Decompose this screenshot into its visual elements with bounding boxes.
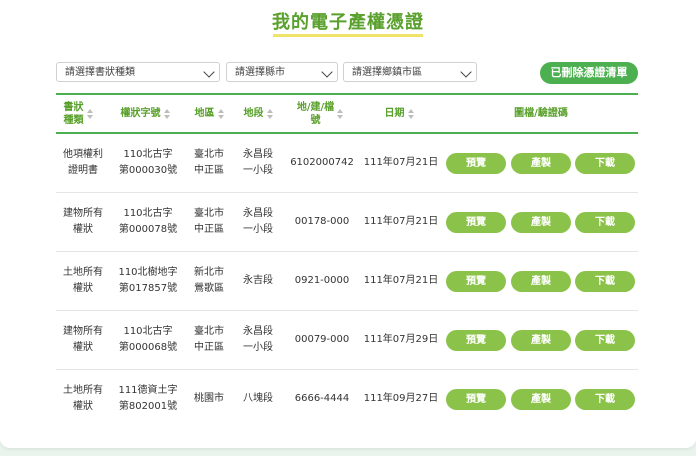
sort-icon	[86, 108, 93, 119]
cell-district: 新北市 鶯歌區	[194, 267, 224, 294]
cell-type: 他項權利 證明書	[63, 149, 103, 176]
cell-number: 111德資土字 第802001號	[118, 385, 178, 412]
cell-section: 八塊段	[243, 393, 273, 404]
title-underline	[273, 34, 423, 37]
produce-button[interactable]: 產製	[511, 271, 571, 292]
cell-parcel: 6666-4444	[294, 393, 350, 404]
preview-button[interactable]: 預覽	[446, 153, 506, 174]
sort-icon	[163, 108, 170, 119]
download-button[interactable]: 下載	[575, 212, 635, 233]
township-select-label: 請選擇鄉鎮市區	[352, 67, 422, 78]
cell-district: 臺北市 中正區	[194, 149, 224, 176]
column-header-date[interactable]: 日期	[362, 95, 436, 132]
county-select[interactable]: 請選擇縣市	[226, 62, 338, 82]
cell-parcel: 00079-000	[294, 334, 350, 345]
cell-number: 110北古字 第000068號	[118, 326, 178, 353]
download-button[interactable]: 下載	[575, 153, 635, 174]
cell-parcel: 6102000742	[290, 157, 354, 168]
cell-section: 永昌段 一小段	[243, 208, 273, 235]
produce-button[interactable]: 產製	[511, 153, 571, 174]
column-header-district-label: 地區	[194, 108, 215, 119]
cell-district: 臺北市 中正區	[194, 326, 224, 353]
sort-icon	[407, 108, 414, 119]
table-row: 他項權利 證明書 110北古字 第000030號 臺北市 中正區 永昌段 一小段…	[56, 134, 638, 193]
column-header-date-label: 日期	[384, 108, 405, 119]
cell-section: 永吉段	[243, 275, 273, 286]
county-select-label: 請選擇縣市	[235, 67, 285, 78]
cell-number: 110北古字 第000078號	[118, 208, 178, 235]
preview-button[interactable]: 預覽	[446, 271, 506, 292]
download-button[interactable]: 下載	[575, 271, 635, 292]
sort-icon	[266, 108, 273, 119]
cell-section: 永昌段 一小段	[243, 326, 273, 353]
cell-type: 土地所有 權狀	[63, 267, 103, 294]
table-row: 土地所有 權狀 110北樹地字 第017857號 新北市 鶯歌區 永吉段 092…	[56, 252, 638, 311]
column-header-number[interactable]: 權狀字號	[110, 95, 180, 132]
cell-district: 桃園市	[194, 393, 224, 404]
download-button[interactable]: 下載	[575, 330, 635, 351]
table-header: 書狀 種類 權狀字號 地區 地段 地/建/檔 號 日期 圖檔/驗證碼	[56, 95, 638, 134]
preview-button[interactable]: 預覽	[446, 389, 506, 410]
cell-date: 111年07月29日	[363, 334, 439, 345]
cell-section: 永昌段 一小段	[243, 149, 273, 176]
cell-parcel: 0921-0000	[294, 275, 350, 286]
column-header-type[interactable]: 書狀 種類	[56, 95, 100, 132]
page-title: 我的電子產權憑證	[272, 12, 424, 33]
chevron-down-icon	[321, 66, 333, 78]
cell-type: 建物所有 權狀	[63, 208, 103, 235]
cell-type: 土地所有 權狀	[63, 385, 103, 412]
produce-button[interactable]: 產製	[511, 389, 571, 410]
produce-button[interactable]: 產製	[511, 212, 571, 233]
cell-date: 111年07月21日	[363, 216, 439, 227]
download-button[interactable]: 下載	[575, 389, 635, 410]
document-type-select-label: 請選擇書狀種類	[65, 67, 135, 78]
cell-district: 臺北市 中正區	[194, 208, 224, 235]
sort-icon	[217, 108, 224, 119]
preview-button[interactable]: 預覽	[446, 330, 506, 351]
document-type-select[interactable]: 請選擇書狀種類	[56, 62, 220, 82]
cell-date: 111年07月21日	[363, 157, 439, 168]
preview-button[interactable]: 預覽	[446, 212, 506, 233]
certificates-table: 書狀 種類 權狀字號 地區 地段 地/建/檔 號 日期 圖檔/驗證碼 他項權利 …	[56, 93, 638, 428]
table-row: 土地所有 權狀 111德資土字 第802001號 桃園市 八塊段 6666-44…	[56, 370, 638, 428]
table-row: 建物所有 權狀 110北古字 第000078號 臺北市 中正區 永昌段 一小段 …	[56, 193, 638, 252]
township-select[interactable]: 請選擇鄉鎮市區	[343, 62, 477, 82]
column-header-type-label: 書狀 種類	[63, 101, 84, 126]
cell-number: 110北古字 第000030號	[118, 149, 178, 176]
cell-date: 111年07月21日	[363, 275, 439, 286]
column-header-number-label: 權狀字號	[120, 108, 161, 119]
column-header-section-label: 地段	[243, 108, 264, 119]
cell-parcel: 00178-000	[294, 216, 350, 227]
column-header-parcel-label: 地/建/檔 號	[296, 101, 335, 126]
bottom-band	[0, 436, 696, 456]
column-header-actions: 圖檔/驗證碼	[444, 95, 638, 132]
table-row: 建物所有 權狀 110北古字 第000068號 臺北市 中正區 永昌段 一小段 …	[56, 311, 638, 370]
cell-date: 111年09月27日	[363, 393, 439, 404]
column-header-actions-label: 圖檔/驗證碼	[514, 108, 568, 119]
column-header-parcel[interactable]: 地/建/檔 號	[286, 95, 354, 132]
deleted-certificates-button[interactable]: 已刪除憑證清單	[540, 62, 638, 84]
column-header-section[interactable]: 地段	[234, 95, 282, 132]
chevron-down-icon	[203, 66, 215, 78]
column-header-district[interactable]: 地區	[186, 95, 232, 132]
sort-icon	[337, 108, 344, 119]
chevron-down-icon	[460, 66, 472, 78]
produce-button[interactable]: 產製	[511, 330, 571, 351]
cell-number: 110北樹地字 第017857號	[118, 267, 178, 294]
cell-type: 建物所有 權狀	[63, 326, 103, 353]
